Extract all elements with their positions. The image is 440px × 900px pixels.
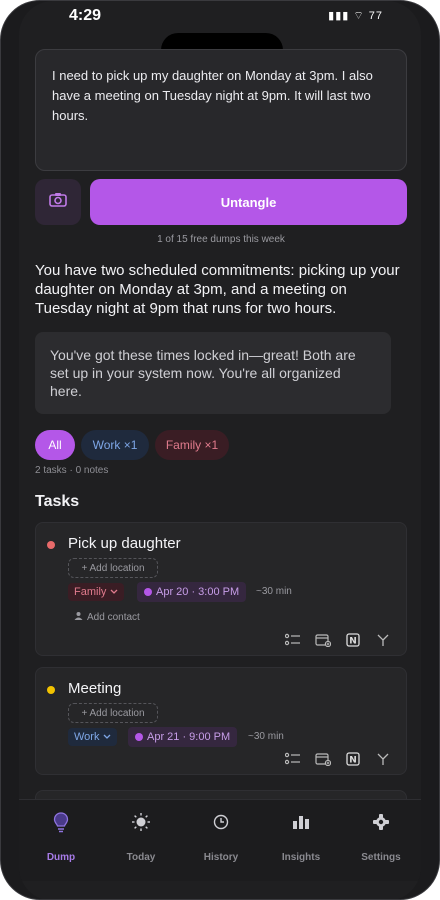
untangle-button[interactable]: Untangle bbox=[90, 179, 407, 225]
category-label: Work bbox=[74, 731, 100, 743]
tab-label: Settings bbox=[361, 852, 401, 863]
date-icon bbox=[135, 733, 143, 741]
chevron-down-icon bbox=[103, 731, 111, 743]
notion-icon[interactable]: N bbox=[344, 631, 362, 649]
camera-button[interactable] bbox=[35, 179, 81, 225]
tasks-heading: Tasks bbox=[35, 493, 80, 510]
category-label: Family bbox=[74, 586, 107, 598]
filter-chips: All Work ×1 Family ×1 bbox=[35, 430, 229, 460]
checklist-icon[interactable] bbox=[284, 631, 302, 649]
status-icons: ▮▮▮ ⌔ 77 bbox=[328, 10, 383, 22]
tab-label: Today bbox=[126, 852, 156, 863]
phone-frame: 4:29 ▮▮▮ ⌔ 77 I need to pick up my daugh… bbox=[0, 0, 440, 900]
svg-text:N: N bbox=[349, 756, 357, 766]
tab-settings[interactable]: Settings bbox=[341, 808, 421, 863]
notion-icon[interactable]: N bbox=[344, 750, 362, 768]
item-counts: 2 tasks · 0 notes bbox=[35, 465, 109, 476]
ai-summary: You have two scheduled commitments: pick… bbox=[35, 262, 400, 317]
task-title: Meeting bbox=[68, 680, 122, 697]
sun-icon bbox=[101, 808, 181, 836]
clock-icon bbox=[181, 808, 261, 836]
filter-family[interactable]: Family ×1 bbox=[155, 430, 229, 460]
duration-label: ~30 min bbox=[256, 586, 292, 597]
status-bar: 4:29 ▮▮▮ ⌔ 77 bbox=[19, 1, 421, 31]
tab-label: Dump bbox=[46, 852, 76, 863]
category-dot bbox=[47, 541, 55, 549]
free-dumps-counter: 1 of 15 free dumps this week bbox=[157, 234, 285, 245]
task-actions: N bbox=[284, 631, 392, 649]
task-actions: N bbox=[284, 750, 392, 768]
ai-reply-card: You've got these times locked in—great! … bbox=[35, 332, 391, 414]
add-location-button[interactable]: + Add location bbox=[68, 558, 158, 578]
tab-insights[interactable]: Insights bbox=[261, 808, 341, 863]
filter-work[interactable]: Work ×1 bbox=[81, 430, 149, 460]
split-icon[interactable] bbox=[374, 631, 392, 649]
duration-label: ~30 min bbox=[248, 731, 284, 742]
tab-label: Insights bbox=[281, 852, 321, 863]
calendar-add-icon[interactable] bbox=[314, 631, 332, 649]
bar-chart-icon bbox=[261, 808, 341, 836]
chevron-down-icon bbox=[110, 586, 118, 598]
task-title: Pick up daughter bbox=[68, 535, 181, 552]
category-dot bbox=[47, 686, 55, 694]
bulb-icon bbox=[21, 808, 101, 836]
add-location-button[interactable]: + Add location bbox=[68, 703, 158, 723]
tab-bar: Dump Today History Insights Settings bbox=[19, 799, 421, 881]
calendar-add-icon[interactable] bbox=[314, 750, 332, 768]
gear-icon bbox=[341, 808, 421, 836]
filter-all[interactable]: All bbox=[35, 430, 75, 460]
date-tag[interactable]: Apr 21 · 9:00 PM bbox=[128, 727, 238, 747]
svg-text:N: N bbox=[349, 637, 357, 647]
date-label: Apr 21 · 9:00 PM bbox=[147, 731, 231, 743]
split-icon[interactable] bbox=[374, 750, 392, 768]
add-contact-button[interactable]: Add contact bbox=[74, 611, 140, 623]
add-contact-label: Add contact bbox=[87, 611, 140, 623]
date-label: Apr 20 · 3:00 PM bbox=[156, 586, 240, 598]
checklist-icon[interactable] bbox=[284, 750, 302, 768]
category-tag[interactable]: Work bbox=[68, 728, 118, 746]
status-time: 4:29 bbox=[69, 7, 102, 24]
task-card[interactable]: Meeting + Add location Work Apr 21 · 9:0… bbox=[35, 667, 407, 775]
camera-icon bbox=[48, 191, 68, 214]
app-screen: 4:29 ▮▮▮ ⌔ 77 I need to pick up my daugh… bbox=[19, 1, 421, 899]
dump-input[interactable]: I need to pick up my daughter on Monday … bbox=[35, 49, 407, 171]
tab-dump[interactable]: Dump bbox=[21, 808, 101, 863]
category-tag[interactable]: Family bbox=[68, 583, 125, 601]
person-icon bbox=[74, 611, 83, 623]
tab-history[interactable]: History bbox=[181, 808, 261, 863]
date-icon bbox=[144, 588, 152, 596]
tab-today[interactable]: Today bbox=[101, 808, 181, 863]
date-tag[interactable]: Apr 20 · 3:00 PM bbox=[137, 582, 247, 602]
tab-label: History bbox=[203, 852, 239, 863]
task-card[interactable]: Pick up daughter + Add location Family A… bbox=[35, 522, 407, 656]
